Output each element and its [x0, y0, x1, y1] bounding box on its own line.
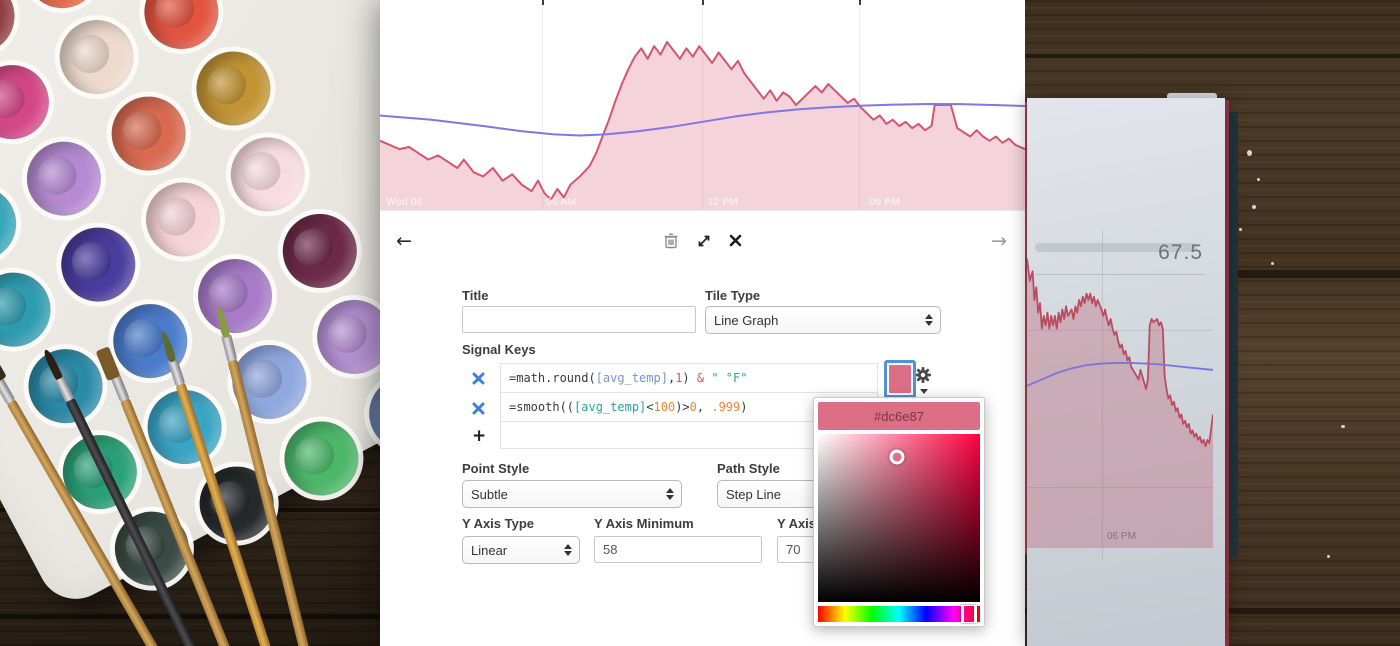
title-input[interactable] [462, 306, 696, 333]
title-label: Title [462, 288, 489, 303]
wood-plank-gap [1025, 54, 1400, 58]
tile-preview-chart: Wed 06 06 AM 12 PM 06 PM [380, 0, 1025, 211]
color-cursor[interactable] [890, 449, 905, 464]
paint-pan [270, 201, 370, 301]
y-axis-type-select[interactable]: Linear [462, 536, 580, 564]
tile-type-select[interactable]: Line Graph [705, 306, 941, 334]
axis-tick [702, 0, 704, 5]
paint-pan [0, 0, 28, 66]
background-photo-right: 67.5 06 PM [1025, 0, 1400, 646]
paint-pan [0, 174, 29, 274]
expression-token: [avg_temp] [574, 400, 646, 414]
expression-token: =math.round( [509, 371, 596, 385]
paint-pan [185, 246, 285, 346]
time-axis-label: 06 AM [546, 197, 576, 208]
expression-token: [avg_temp] [596, 371, 668, 385]
expression-token: =smooth(( [509, 400, 574, 414]
signal-keys-label: Signal Keys [462, 342, 536, 357]
remove-signal-icon[interactable] [472, 370, 488, 386]
expression-token: .999 [711, 400, 740, 414]
point-style-label: Point Style [462, 461, 529, 476]
paint-pan [14, 129, 114, 229]
y-axis-type-value: Linear [471, 543, 507, 558]
path-style-value: Step Line [726, 487, 781, 502]
hue-slider-handle[interactable] [961, 605, 977, 623]
gear-icon[interactable] [914, 366, 932, 384]
tile-type-value: Line Graph [714, 313, 778, 328]
line-graph-preview [380, 0, 1025, 210]
area-fill [1027, 259, 1213, 548]
paint-pan [0, 260, 64, 360]
background-photo-left [0, 0, 380, 646]
select-stepper-icon [925, 314, 933, 326]
y-axis-min-input[interactable] [594, 536, 762, 563]
paint-pan [133, 169, 233, 269]
page-stack-edge-dark [1229, 112, 1238, 558]
y-axis-type-label: Y Axis Type [462, 516, 534, 531]
signal-color-swatch-1[interactable] [884, 360, 916, 398]
expression-token: , [668, 371, 675, 385]
expression-token: )> [675, 400, 689, 414]
expression-token: " °F" [704, 371, 747, 385]
select-stepper-icon [666, 488, 674, 500]
tile-toolbar: ← → [380, 224, 1025, 264]
paint-pan [47, 7, 147, 107]
forward-arrow-icon[interactable]: → [991, 230, 1007, 252]
paint-pan [218, 124, 318, 224]
color-chip [889, 365, 911, 393]
paint-pan [0, 52, 62, 152]
expression-token: ) [682, 371, 696, 385]
axis-tick [859, 0, 861, 5]
time-axis-label: Wed 06 [386, 197, 422, 208]
expression-token: 1 [675, 371, 682, 385]
expression-token: 0 [690, 400, 697, 414]
saturation-value-square[interactable] [818, 434, 980, 602]
hue-slider[interactable] [818, 606, 980, 622]
expression-token: ) [740, 400, 747, 414]
remove-signal-icon[interactable] [472, 400, 488, 416]
add-signal-icon[interactable]: + [472, 426, 486, 446]
color-hex-value: #dc6e87 [818, 402, 980, 430]
color-picker-popup: #dc6e87 [813, 397, 985, 627]
paint-pan [48, 215, 148, 315]
paint-pan [12, 0, 112, 21]
tile-type-label: Tile Type [705, 288, 760, 303]
expression-token: , [697, 400, 711, 414]
paint-pan [99, 84, 199, 184]
select-stepper-icon [564, 544, 572, 556]
expression-token: < [646, 400, 653, 414]
paint-pan [183, 38, 283, 138]
point-style-select[interactable]: Subtle [462, 480, 682, 508]
axis-tick [542, 0, 544, 5]
expression-token: & [697, 371, 704, 385]
close-icon[interactable] [729, 232, 742, 249]
y-axis-min-label: Y Axis Minimum [594, 516, 694, 531]
expression-token: 100 [654, 400, 676, 414]
tile-editor-panel: Wed 06 06 AM 12 PM 06 PM ← → Title Tile Typ… [380, 0, 1025, 646]
signal-key-input[interactable]: =math.round([avg_temp],1) & " °F" [500, 363, 878, 393]
time-axis-label: 12 PM [708, 197, 738, 208]
point-style-value: Subtle [471, 487, 508, 502]
mini-time-label: 06 PM [1107, 531, 1136, 542]
screenshot-root: { "editor": { "toolbar": { "back_icon": … [0, 0, 1400, 646]
expand-icon[interactable] [696, 232, 712, 249]
caret-down-icon[interactable] [920, 389, 928, 394]
time-axis-label: 06 PM [870, 197, 900, 208]
dashboard-tile-behind: 67.5 06 PM [1027, 98, 1225, 646]
paint-pan [131, 0, 231, 62]
mini-line-graph [1027, 230, 1213, 548]
path-style-label: Path Style [717, 461, 780, 476]
trash-icon[interactable] [663, 232, 679, 249]
